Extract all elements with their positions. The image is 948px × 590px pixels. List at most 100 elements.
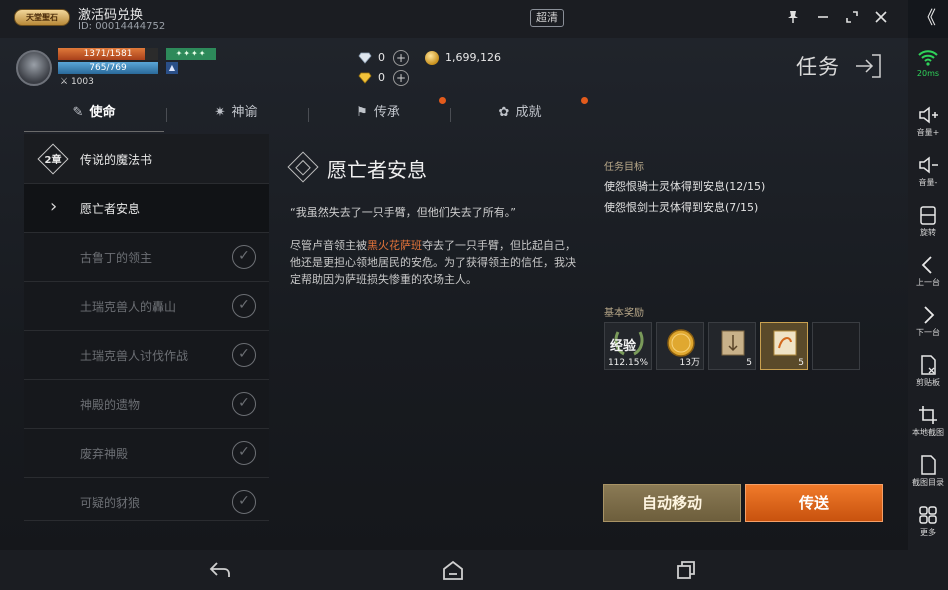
- volume-down-label: 音量-: [918, 178, 938, 187]
- rotate-button[interactable]: 旋转: [908, 204, 948, 238]
- more-grid-icon: [919, 506, 937, 524]
- objectives-header: 任务目标: [604, 162, 644, 173]
- check-icon: ✓: [232, 245, 256, 269]
- objectives: 任务目标 使怨恨骑士灵体得到安息(12/15) 使怨恨剑士灵体得到安息(7/15…: [604, 158, 894, 215]
- tab-label: 成就: [515, 105, 542, 120]
- quest-item[interactable]: 废弃神殿 ✓: [24, 429, 269, 478]
- app-logo: 天堂聖石: [14, 9, 70, 26]
- collapse-sidebar-button[interactable]: 《: [912, 8, 942, 30]
- rank-icon[interactable]: ▲: [166, 62, 178, 74]
- gold-row: 1,699,126: [425, 51, 501, 65]
- quest-item[interactable]: 可疑的豺狼 ✓: [24, 478, 269, 521]
- check-icon: ✓: [232, 490, 256, 514]
- gold-coin-icon[interactable]: 13万: [656, 322, 704, 370]
- tab-achievement[interactable]: ✿ 成就: [450, 98, 590, 132]
- ping-label: 20ms: [916, 69, 940, 78]
- clipboard-label: 剪贴板: [916, 378, 940, 387]
- yellow-gem-icon: [358, 72, 372, 84]
- screenshot-folder-label: 截图目录: [912, 478, 944, 487]
- volume-down-button[interactable]: 音量-: [908, 154, 948, 188]
- more-label: 更多: [920, 528, 936, 537]
- volume-up-label: 音量+: [916, 128, 940, 137]
- blessed-scroll-icon[interactable]: 5: [760, 322, 808, 370]
- back-icon[interactable]: [208, 559, 232, 581]
- add-diamond-button[interactable]: +: [393, 50, 409, 66]
- desc-text: 尽管卢音领主被: [290, 239, 367, 252]
- quest-item[interactable]: 土瑞克兽人讨伐作战 ✓: [24, 331, 269, 380]
- player-header: 1371/1581 765/769 ✦✦✦✦ ▲ ⚔ 1003 0 + 0 + 1,…: [0, 38, 908, 96]
- diamond-count: 0: [378, 51, 385, 64]
- minimize-icon[interactable]: [814, 10, 832, 28]
- tab-label: 传承: [373, 105, 400, 120]
- screenshot-folder-icon: [921, 455, 936, 475]
- quest-item[interactable]: 神殿的遗物 ✓: [24, 380, 269, 429]
- local-screenshot-label: 本地截图: [912, 428, 944, 437]
- restore-icon[interactable]: [843, 10, 861, 28]
- hp-bar: 1371/1581: [58, 48, 158, 60]
- quest-icon: ✎: [72, 105, 84, 120]
- auto-move-button[interactable]: 自动移动: [603, 484, 741, 522]
- title-bar: 天堂聖石 激活码兑换 ID: 00014444752 超清 《: [0, 0, 936, 38]
- diamond-icon: [358, 52, 372, 64]
- close-icon[interactable]: [872, 10, 890, 28]
- more-button[interactable]: 更多: [908, 504, 948, 538]
- next-device-button[interactable]: 下一台: [908, 304, 948, 338]
- notification-dot: [581, 97, 588, 104]
- quest-list: 2章 传说的魔法书 › 愿亡者安息 古鲁丁的领主 ✓ 土瑞克兽人的轟山 ✓ 土瑞克兽…: [24, 134, 269, 521]
- empty-slot: [812, 322, 860, 370]
- screenshot-folder-button[interactable]: 截图目录: [908, 454, 948, 488]
- mp-bar: 765/769: [58, 62, 158, 74]
- diamond-row: 0 +: [358, 50, 409, 66]
- coin-art: [667, 329, 695, 357]
- teleport-scroll-icon[interactable]: 5: [708, 322, 756, 370]
- gold-amount: 1,699,126: [445, 51, 501, 64]
- achievement-icon: ✿: [498, 105, 510, 120]
- buff-icons[interactable]: ✦✦✦✦: [166, 48, 216, 60]
- tab-inheritance[interactable]: ⚑ 传承: [308, 98, 448, 132]
- quest-item[interactable]: 土瑞克兽人的轟山 ✓: [24, 282, 269, 331]
- yellow-gem-row: 0 +: [358, 70, 409, 86]
- avatar[interactable]: [16, 50, 52, 86]
- local-screenshot-button[interactable]: 本地截图: [908, 404, 948, 438]
- quest-item-current[interactable]: › 愿亡者安息: [24, 184, 269, 233]
- exp-label: 经验: [610, 339, 637, 354]
- mp-text: 765/769: [89, 63, 127, 73]
- check-icon: ✓: [232, 294, 256, 318]
- recents-icon[interactable]: [674, 559, 698, 581]
- quality-button[interactable]: 超清: [530, 9, 564, 27]
- tab-label: 使命: [89, 105, 116, 120]
- pin-icon[interactable]: [784, 10, 802, 28]
- crossed-swords-icon: ⚔: [60, 77, 69, 87]
- oracle-icon: ✷: [214, 105, 226, 120]
- reward-count: 5: [798, 358, 804, 368]
- notification-dot: [439, 97, 446, 104]
- quest-label: 愿亡者安息: [80, 202, 141, 216]
- quest-label: 可疑的豺狼: [80, 496, 141, 510]
- exp-laurel-icon[interactable]: 经验 112.15%: [604, 322, 652, 370]
- chapter-header[interactable]: 2章 传说的魔法书: [24, 134, 269, 184]
- quest-description: 尽管卢音领主被黑火花萨班夺去了一只手臂，但比起自己，他还是更担心领地居民的安危。…: [290, 237, 580, 288]
- exit-icon[interactable]: [854, 52, 882, 80]
- prev-device-button[interactable]: 上一台: [908, 254, 948, 288]
- quest-label: 废弃神殿: [80, 447, 129, 461]
- tab-bar: ✎ 使命 ✷ 神谕 ⚑ 传承 ✿ 成就: [24, 97, 624, 132]
- clipboard-button[interactable]: 剪贴板: [908, 354, 948, 388]
- next-device-label: 下一台: [916, 328, 940, 337]
- quest-label: 土瑞克兽人的轟山: [80, 300, 177, 314]
- check-icon: ✓: [232, 392, 256, 416]
- hp-text: 1371/1581: [83, 49, 133, 59]
- teleport-button[interactable]: 传送: [745, 484, 883, 522]
- tab-oracle[interactable]: ✷ 神谕: [166, 98, 306, 132]
- add-yellow-gem-button[interactable]: +: [393, 70, 409, 86]
- volume-up-button[interactable]: 音量+: [908, 104, 948, 138]
- objective-item: 使怨恨骑士灵体得到安息(12/15): [604, 180, 766, 193]
- check-icon: ✓: [232, 441, 256, 465]
- chevron-right-icon: ›: [48, 196, 59, 217]
- home-icon[interactable]: [441, 559, 465, 581]
- android-nav-bar: [0, 550, 948, 590]
- reward-count: 13万: [679, 358, 700, 368]
- quest-item[interactable]: 古鲁丁的领主 ✓: [24, 233, 269, 282]
- volume-up-icon: [919, 106, 938, 124]
- tab-mission[interactable]: ✎ 使命: [24, 98, 164, 132]
- chapter-title: 传说的魔法书: [80, 153, 153, 167]
